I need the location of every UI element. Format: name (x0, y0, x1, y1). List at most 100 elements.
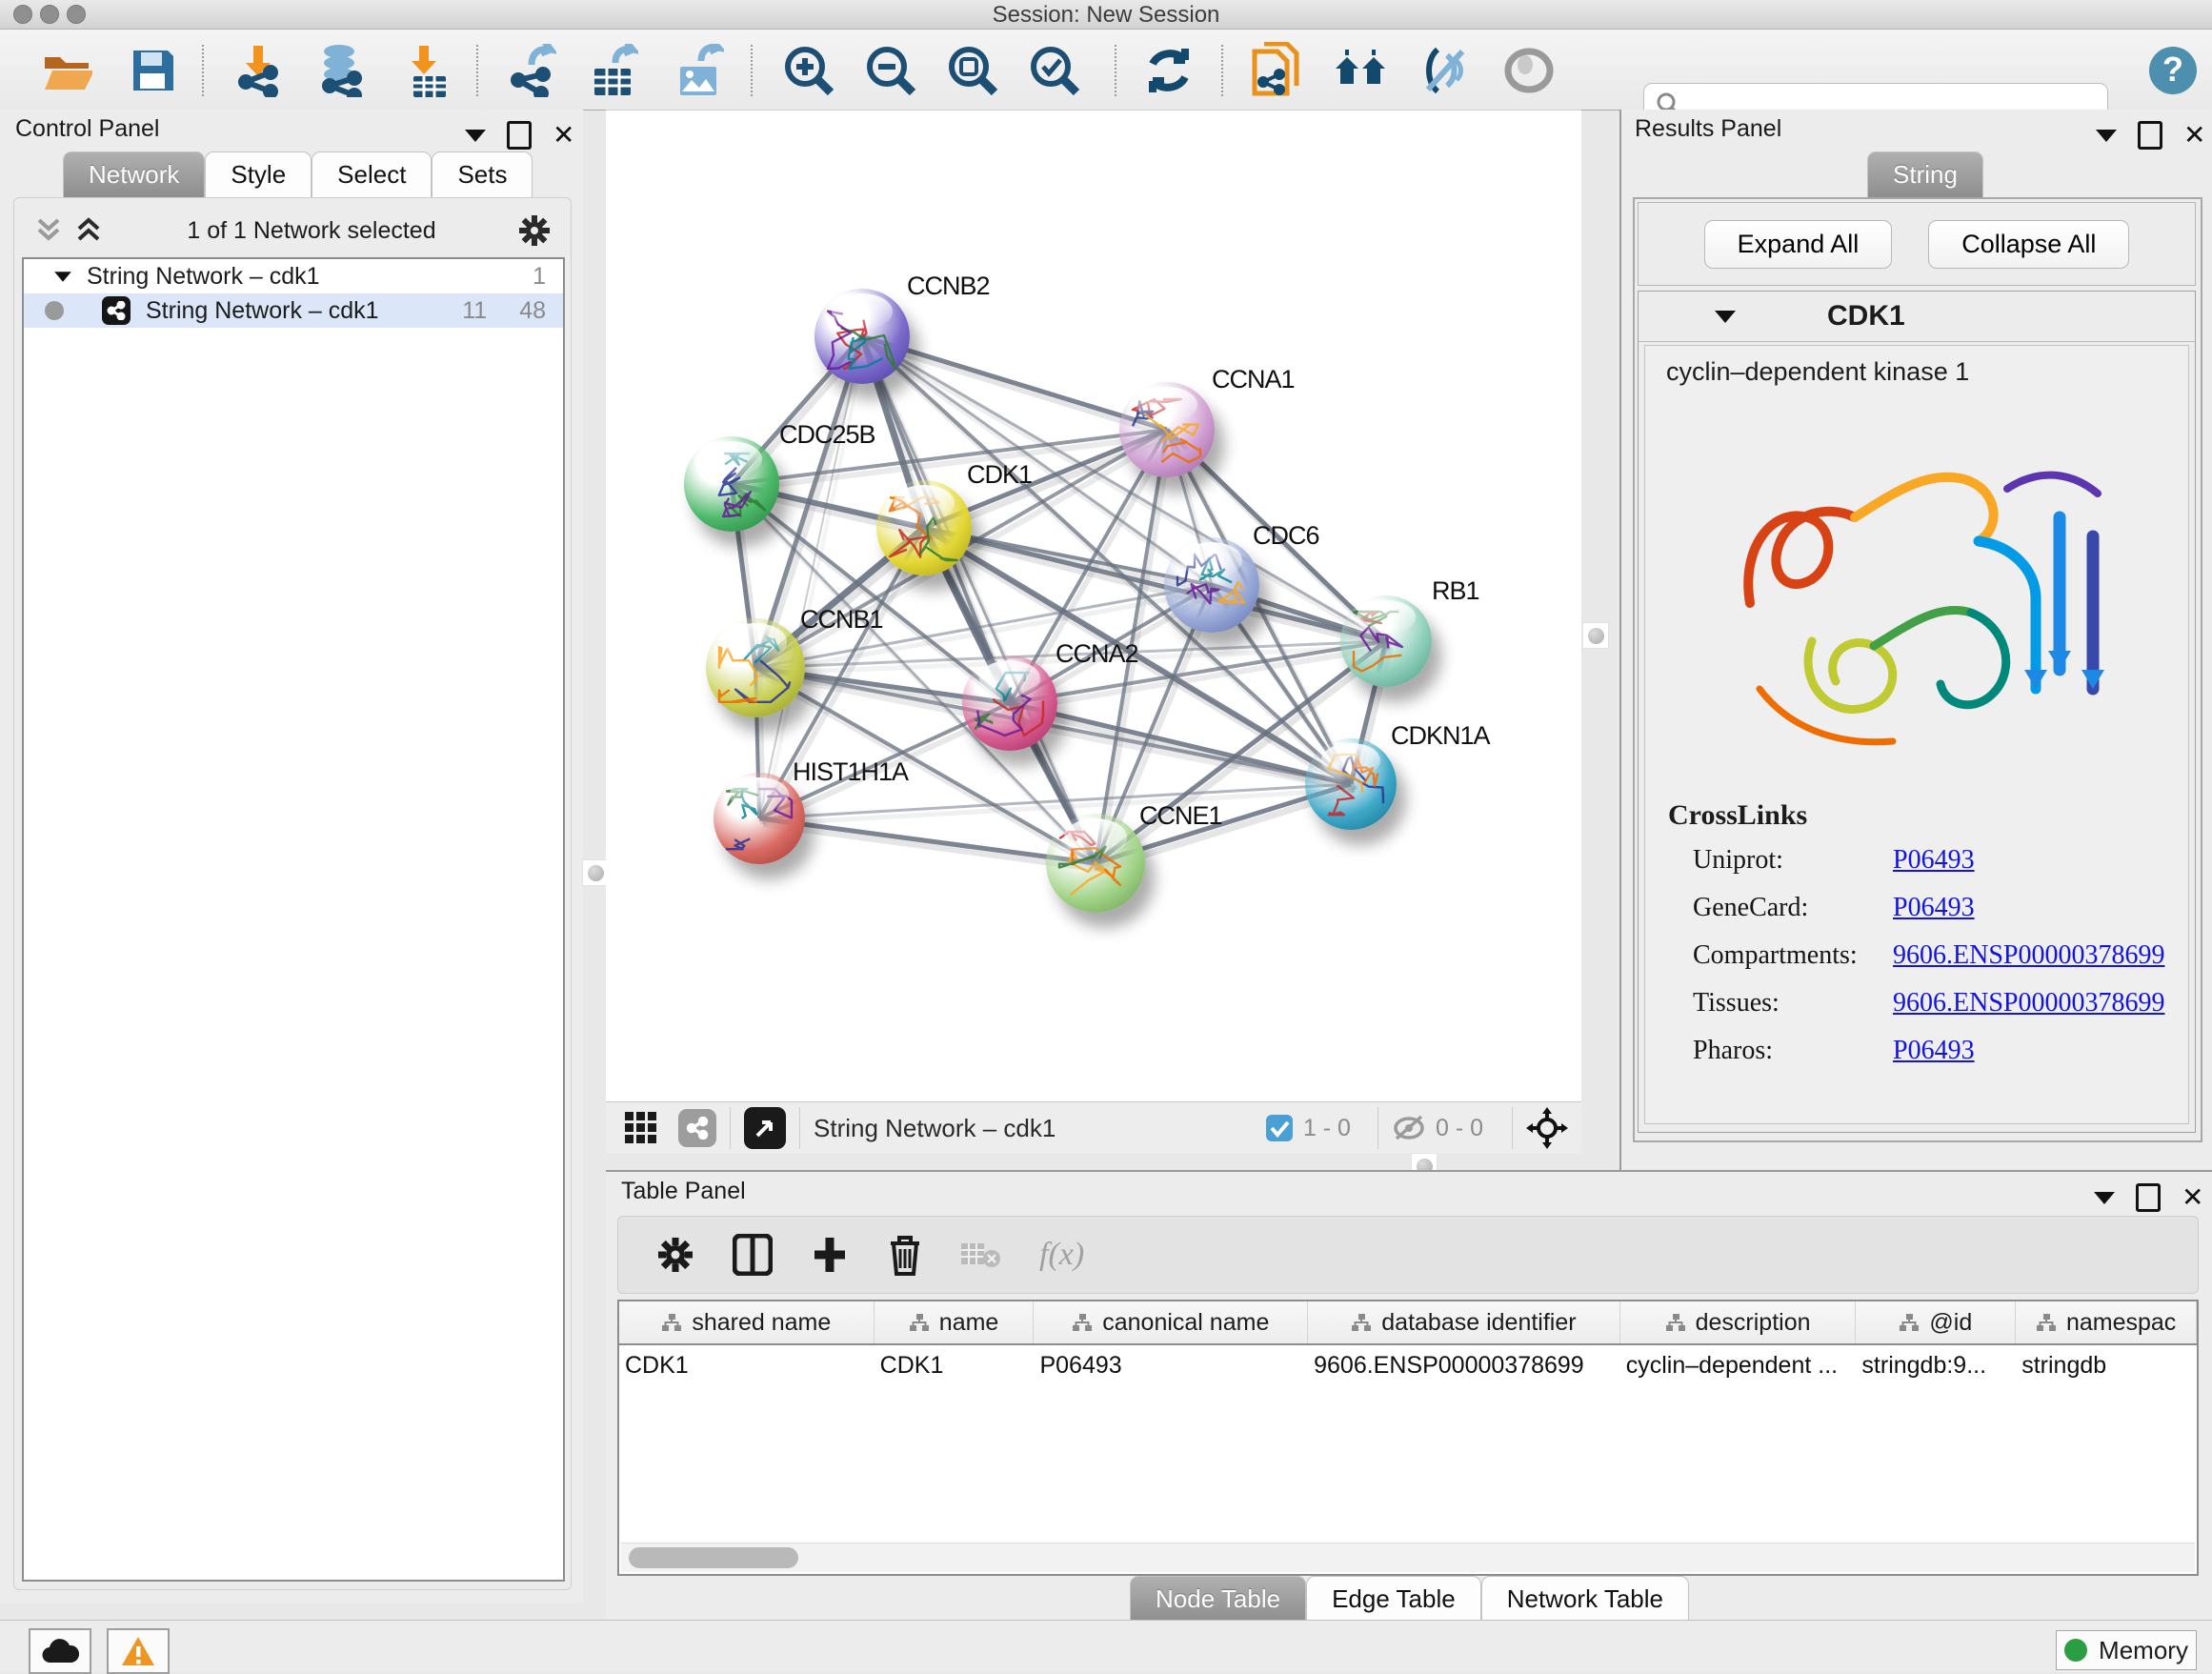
network-badge-icon[interactable] (678, 1109, 716, 1147)
export-image-icon[interactable] (671, 43, 726, 98)
toolbar-separator (730, 1107, 731, 1149)
panel-collapse-icon[interactable] (2096, 130, 2117, 142)
hide-glass-effects-icon[interactable] (1418, 43, 1473, 98)
fit-content-crosshair-icon[interactable] (1526, 1107, 1568, 1149)
open-session-icon[interactable] (40, 43, 95, 98)
node-table[interactable]: shared namenamecanonical namedatabase id… (617, 1300, 2199, 1576)
crosslink-link[interactable]: 9606.ENSP00000378699 (1893, 988, 2164, 1019)
warning-button[interactable] (107, 1628, 170, 1674)
network-node-RB1[interactable] (1340, 595, 1432, 687)
expand-all-icon[interactable] (73, 216, 106, 245)
zoom-fit-icon[interactable] (945, 43, 1000, 98)
tab-style[interactable]: Style (205, 151, 312, 197)
cell-name[interactable]: CDK1 (875, 1352, 1035, 1380)
collapse-all-button[interactable]: Collapse All (1928, 220, 2129, 269)
column-header-@id[interactable]: @id (1856, 1301, 2016, 1343)
zoom-out-icon[interactable] (863, 43, 918, 98)
column-header-namespac[interactable]: namespac (2016, 1301, 2197, 1343)
network-view-title: String Network – cdk1 (814, 1114, 1056, 1143)
column-header-name[interactable]: name (875, 1301, 1035, 1343)
tab-select[interactable]: Select (312, 151, 432, 197)
cell-namespac[interactable]: stringdb (2016, 1352, 2197, 1380)
panel-collapse-icon[interactable] (2094, 1192, 2115, 1204)
table-row[interactable]: CDK1CDK1P064939606.ENSP00000378699cyclin… (619, 1345, 2197, 1385)
zoom-in-icon[interactable] (781, 43, 836, 98)
import-network-database-icon[interactable] (312, 43, 368, 98)
delete-column-icon[interactable] (887, 1234, 923, 1276)
string-home-icon[interactable] (1334, 43, 1389, 98)
export-table-icon[interactable] (585, 43, 640, 98)
import-network-file-icon[interactable] (231, 43, 286, 98)
crosslink-link[interactable]: P06493 (1893, 1036, 1975, 1066)
network-node-HIST1H1A[interactable] (714, 773, 805, 864)
horizontal-scrollbar[interactable] (621, 1543, 2195, 1572)
tab-network-table[interactable]: Network Table (1481, 1576, 1689, 1622)
table-options-gear-icon[interactable] (656, 1236, 694, 1274)
panel-close-icon[interactable]: ✕ (2183, 124, 2205, 147)
panel-close-icon[interactable]: ✕ (553, 124, 574, 147)
column-header-description[interactable]: description (1620, 1301, 1857, 1343)
gene-header[interactable]: CDK1 (1639, 292, 2195, 342)
cell-shared-name[interactable]: CDK1 (619, 1352, 875, 1380)
crosslink-link[interactable]: P06493 (1893, 845, 1975, 876)
tab-edge-table[interactable]: Edge Table (1306, 1576, 1481, 1622)
document-network-icon[interactable] (1248, 43, 1303, 98)
network-node-CCNA2[interactable] (962, 655, 1057, 751)
scrollbar-thumb[interactable] (629, 1547, 798, 1568)
options-gear-icon[interactable] (517, 213, 552, 248)
expand-all-button[interactable]: Expand All (1704, 220, 1893, 269)
network-node-CCNA1[interactable] (1119, 382, 1215, 477)
cell-@id[interactable]: stringdb:9... (1856, 1352, 2016, 1380)
export-network-icon[interactable] (503, 43, 558, 98)
column-header-canonical-name[interactable]: canonical name (1034, 1301, 1308, 1343)
network-collection-row[interactable]: String Network – cdk1 1 (24, 259, 563, 293)
cloud-button[interactable] (29, 1628, 91, 1674)
add-column-icon[interactable] (811, 1236, 849, 1274)
zoom-selected-icon[interactable] (1027, 43, 1082, 98)
node-label-CDKN1A: CDKN1A (1391, 721, 1490, 751)
panel-float-icon[interactable] (2136, 1183, 2161, 1212)
panel-float-icon[interactable] (2138, 121, 2162, 150)
gene-expander-icon[interactable] (1715, 311, 1736, 323)
collection-count: 1 (533, 263, 546, 291)
network-node-CCNB2[interactable] (814, 289, 910, 384)
tab-sets[interactable]: Sets (432, 151, 533, 197)
import-table-icon[interactable] (398, 43, 453, 98)
collapse-all-icon[interactable] (33, 216, 66, 245)
column-header-database-identifier[interactable]: database identifier (1308, 1301, 1620, 1343)
title-bar: Session: New Session (0, 0, 2212, 30)
network-canvas[interactable]: CCNB2CCNA1CDC25BCDK1CDC6RB1CCNB1CCNA2CDK… (606, 110, 1581, 1102)
panel-float-icon[interactable] (507, 121, 532, 150)
column-header-shared-name[interactable]: shared name (619, 1301, 875, 1343)
show-glass-eye-icon[interactable] (1501, 43, 1557, 98)
panel-collapse-icon[interactable] (465, 130, 486, 142)
refresh-icon[interactable] (1141, 43, 1196, 98)
show-columns-icon[interactable] (733, 1234, 773, 1276)
save-session-icon[interactable] (126, 43, 181, 98)
help-icon[interactable]: ? (2145, 43, 2201, 98)
memory-button[interactable]: Memory (2056, 1630, 2197, 1670)
network-row[interactable]: String Network – cdk1 11 48 (24, 293, 563, 328)
network-node-CDC6[interactable] (1164, 537, 1259, 633)
tab-network[interactable]: Network (63, 151, 205, 197)
cell-canonical-name[interactable]: P06493 (1034, 1352, 1308, 1380)
collection-expander-icon[interactable] (54, 272, 71, 281)
tab-node-table[interactable]: Node Table (1130, 1576, 1306, 1622)
crosslink-link[interactable]: P06493 (1893, 893, 1975, 923)
network-node-CDKN1A[interactable] (1305, 738, 1397, 830)
birds-eye-view-icon[interactable] (744, 1107, 786, 1149)
grid-view-icon[interactable] (625, 1112, 657, 1144)
crosslink-link[interactable]: 9606.ENSP00000378699 (1893, 940, 2164, 971)
network-node-CDK1[interactable] (876, 480, 972, 575)
network-node-CCNE1[interactable] (1046, 814, 1145, 913)
right-splitter-grip[interactable] (1582, 622, 1609, 649)
cell-database-identifier[interactable]: 9606.ENSP00000378699 (1308, 1352, 1620, 1380)
table-panel-title: Table Panel (621, 1178, 746, 1204)
left-splitter-grip[interactable] (582, 859, 609, 886)
tab-string[interactable]: String (1867, 151, 1983, 197)
network-node-CDC25B[interactable] (684, 436, 779, 532)
network-node-CCNB1[interactable] (706, 618, 805, 717)
cell-description[interactable]: cyclin–dependent ... (1620, 1352, 1857, 1380)
selected-checkbox-icon[interactable] (1265, 1114, 1294, 1142)
panel-close-icon[interactable]: ✕ (2182, 1186, 2203, 1209)
